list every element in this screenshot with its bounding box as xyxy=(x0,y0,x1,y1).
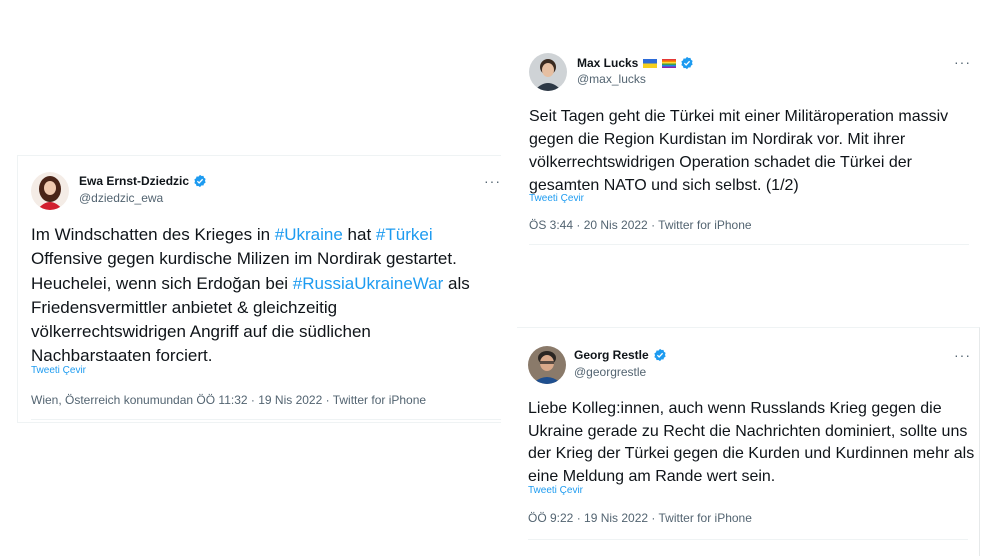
tweet-timestamp[interactable]: ÖS 3:44 · 20 Nis 2022 · Twitter for iPho… xyxy=(529,218,752,232)
avatar[interactable] xyxy=(528,346,566,384)
translate-tweet-link[interactable]: Tweeti Çevir xyxy=(529,193,584,204)
rainbow-flag-icon xyxy=(662,58,677,68)
display-name[interactable]: Ewa Ernst-Dziedzic xyxy=(79,174,189,188)
user-handle[interactable]: @max_lucks xyxy=(577,72,646,86)
translate-tweet-link[interactable]: Tweeti Çevir xyxy=(31,365,86,376)
verified-badge-icon xyxy=(194,174,206,188)
divider xyxy=(529,244,969,245)
divider xyxy=(528,539,968,540)
tweet-text-segment: hat xyxy=(342,225,376,244)
tweet-card-ewa[interactable]: Ewa Ernst-Dziedzic @dziedzic_ewa ··· Im … xyxy=(17,155,501,423)
avatar[interactable] xyxy=(31,172,69,210)
tweet-timestamp[interactable]: Wien, Österreich konumundan ÖÖ 11:32 · 1… xyxy=(31,393,426,407)
tweet-text: Seit Tagen geht die Türkei mit einer Mil… xyxy=(529,108,949,194)
more-options-icon[interactable]: ··· xyxy=(954,54,971,70)
display-name[interactable]: Max Lucks xyxy=(577,56,638,70)
tweet-card-max[interactable]: Max Lucks @max_lucks ··· Seit Tagen geht… xyxy=(518,36,980,262)
more-options-icon[interactable]: ··· xyxy=(954,347,971,363)
tweet-text: Im Windschatten des Krieges in #Ukraine … xyxy=(31,223,493,369)
tweet-text-segment: Im Windschatten des Krieges in xyxy=(31,225,275,244)
display-name[interactable]: Georg Restle xyxy=(574,348,649,362)
divider xyxy=(31,419,501,420)
hashtag-link[interactable]: #Türkei xyxy=(376,225,433,244)
avatar[interactable] xyxy=(529,53,567,91)
user-handle[interactable]: @dziedzic_ewa xyxy=(79,191,163,205)
hashtag-link[interactable]: #RussiaUkraineWar xyxy=(293,274,444,293)
more-options-icon[interactable]: ··· xyxy=(484,173,501,189)
tweet-card-georg[interactable]: Georg Restle @georgrestle ··· Liebe Koll… xyxy=(517,327,980,556)
verified-badge-icon xyxy=(654,348,666,362)
user-handle[interactable]: @georgrestle xyxy=(574,365,646,379)
ukraine-flag-icon xyxy=(643,58,658,68)
tweet-text: Liebe Kolleg:innen, auch wenn Russlands … xyxy=(528,400,975,485)
verified-badge-icon xyxy=(681,56,693,70)
tweet-timestamp[interactable]: ÖÖ 9:22 · 19 Nis 2022 · Twitter for iPho… xyxy=(528,511,752,525)
translate-tweet-link[interactable]: Tweeti Çevir xyxy=(528,485,583,496)
hashtag-link[interactable]: #Ukraine xyxy=(275,225,343,244)
